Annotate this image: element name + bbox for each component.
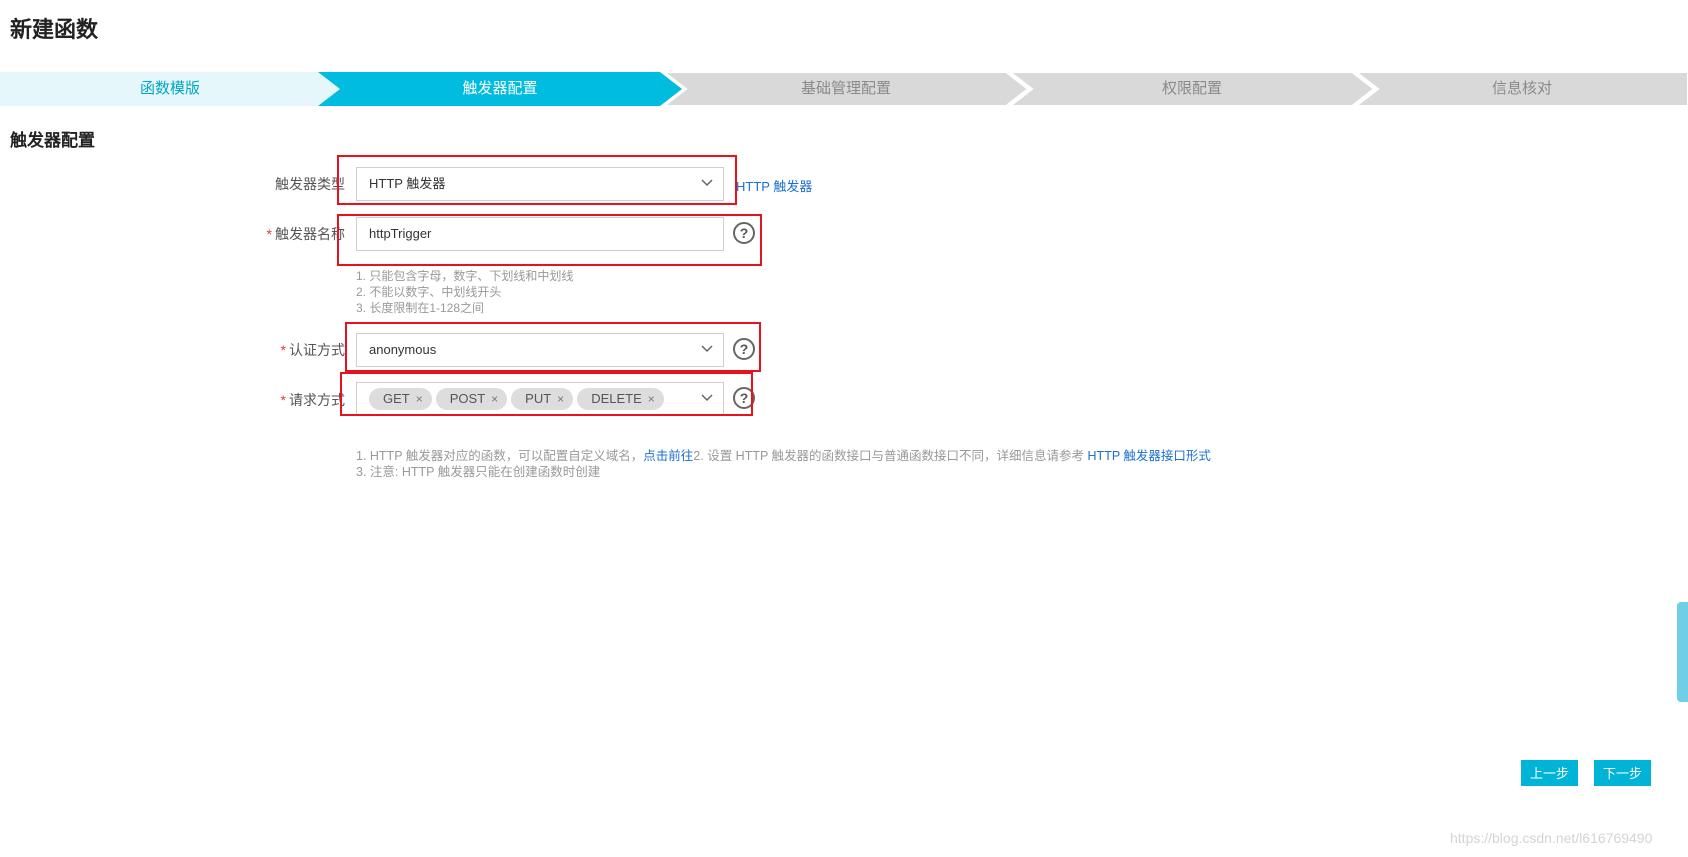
step-bar: 函数模版 触发器配置 基础管理配置 权限配置 信息核对 [0, 72, 1688, 106]
step-label: 基础管理配置 [800, 80, 891, 97]
http-trigger-notes: 1. HTTP 触发器对应的函数，可以配置自定义域名，点击前往2. 设置 HTT… [356, 448, 1211, 480]
step-info-review[interactable]: 信息核对 [1356, 72, 1688, 106]
trigger-type-label: 触发器类型 [215, 174, 345, 194]
custom-domain-link[interactable]: 点击前往 [643, 449, 693, 463]
note-text: 2. 设置 HTTP 触发器的函数接口与普通函数接口不同，详细信息请参考 [693, 449, 1088, 463]
label-text: 请求方式 [289, 392, 345, 408]
highlight-box [345, 322, 761, 372]
feedback-side-tab[interactable] [1677, 602, 1688, 702]
trigger-name-label: * 触发器名称 [215, 224, 345, 244]
hint-line: 1. 只能包含字母，数字、下划线和中划线 [356, 269, 574, 283]
trigger-name-hints: 1. 只能包含字母，数字、下划线和中划线 2. 不能以数字、中划线开头 3. 长… [356, 268, 573, 316]
required-mark: * [266, 226, 272, 242]
auth-label: * 认证方式 [215, 340, 345, 360]
label-text: 认证方式 [289, 342, 345, 358]
step-permission-config[interactable]: 权限配置 [1010, 72, 1374, 106]
section-title: 触发器配置 [10, 131, 95, 150]
trigger-type-doc-link[interactable]: HTTP 触发器 [736, 176, 812, 195]
note-line-1: 1. HTTP 触发器对应的函数，可以配置自定义域名，点击前往2. 设置 HTT… [356, 448, 1211, 464]
highlight-box [340, 372, 753, 416]
highlight-box [337, 214, 762, 266]
required-mark: * [280, 392, 286, 408]
required-mark: * [280, 342, 286, 358]
next-step-button[interactable]: 下一步 [1594, 760, 1651, 786]
http-trigger-interface-link[interactable]: HTTP 触发器接口形式 [1088, 449, 1211, 463]
watermark: https://blog.csdn.net/l616769490 [1450, 830, 1653, 846]
hint-line: 3. 长度限制在1-128之间 [356, 301, 485, 315]
step-label: 触发器配置 [462, 80, 538, 97]
step-function-template[interactable]: 函数模版 [0, 72, 340, 106]
hint-line: 2. 不能以数字、中划线开头 [356, 285, 502, 299]
step-label: 权限配置 [1161, 80, 1222, 97]
page-title: 新建函数 [10, 17, 99, 42]
step-trigger-config[interactable]: 触发器配置 [318, 72, 682, 106]
step-basic-config[interactable]: 基础管理配置 [664, 72, 1028, 106]
label-text: 触发器名称 [275, 226, 345, 242]
step-label: 信息核对 [1491, 80, 1552, 97]
highlight-box [337, 155, 737, 205]
label-text: 触发器类型 [275, 176, 345, 192]
note-line-2: 3. 注意: HTTP 触发器只能在创建函数时创建 [356, 465, 601, 479]
methods-label: * 请求方式 [215, 390, 345, 410]
prev-step-button[interactable]: 上一步 [1521, 760, 1578, 786]
step-label: 函数模版 [139, 80, 200, 97]
note-text: 1. HTTP 触发器对应的函数，可以配置自定义域名， [356, 449, 644, 463]
